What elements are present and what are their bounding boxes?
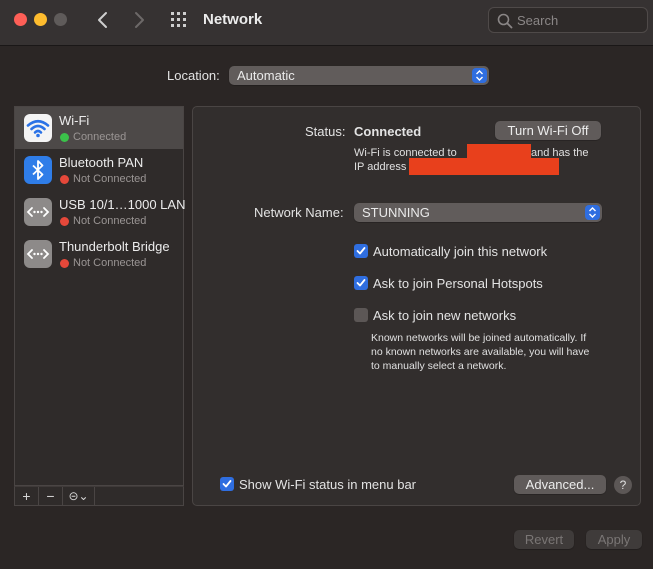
bluetooth-icon (24, 156, 52, 184)
chevron-right-icon (135, 12, 144, 28)
checkmark-icon (222, 480, 232, 488)
join-new-networks-label[interactable]: Ask to join new networks (373, 308, 516, 323)
updown-arrows-icon (585, 205, 600, 220)
checkmark-icon (356, 279, 366, 287)
network-name-value: STUNNING (362, 205, 430, 220)
hint-line-2: no known networks are available, you wil… (371, 346, 590, 358)
status-dot (60, 133, 69, 142)
personal-hotspots-checkbox[interactable] (354, 276, 368, 290)
status-dot (60, 175, 69, 184)
updown-arrows-icon (472, 68, 487, 83)
service-status: Not Connected (73, 257, 147, 269)
service-status: Not Connected (73, 215, 147, 227)
status-dot (60, 259, 69, 268)
service-name: Wi-Fi (59, 113, 90, 128)
info-text-ip-address: IP address (354, 161, 407, 173)
location-value: Automatic (237, 68, 295, 83)
search-field[interactable] (488, 7, 648, 33)
service-item-wifi[interactable]: Wi-Fi Connected (15, 107, 183, 149)
zoom-window-button[interactable] (54, 13, 67, 26)
network-name-label: Network Name: (254, 205, 344, 220)
service-list-toolbar: + − ⊝⌄ (14, 486, 184, 506)
show-all-preferences-button[interactable] (169, 11, 189, 29)
status-value: Connected (354, 124, 422, 139)
forward-button[interactable] (128, 8, 150, 32)
redacted-ip-address (409, 158, 559, 175)
auto-join-checkbox[interactable] (354, 244, 368, 258)
join-new-networks-checkbox[interactable] (354, 308, 368, 322)
network-name-popup[interactable]: STUNNING (354, 203, 602, 222)
add-service-button[interactable]: + (15, 487, 39, 505)
service-item-bluetooth-pan[interactable]: Bluetooth PAN Not Connected (15, 149, 183, 191)
service-name: Thunderbolt Bridge (59, 239, 170, 254)
show-wifi-status-label[interactable]: Show Wi-Fi status in menu bar (239, 477, 416, 492)
back-button[interactable] (92, 8, 114, 32)
service-item-usb-lan[interactable]: USB 10/1…1000 LAN Not Connected (15, 191, 186, 233)
ethernet-icon (24, 198, 52, 226)
revert-button[interactable]: Revert (514, 530, 574, 549)
status-dot (60, 217, 69, 226)
window-title: Network (203, 11, 263, 28)
grid-icon (171, 12, 186, 27)
service-name: Bluetooth PAN (59, 155, 144, 170)
show-wifi-status-checkbox[interactable] (220, 477, 234, 491)
detail-panel: Status: Connected Turn Wi-Fi Off Wi-Fi i… (192, 106, 641, 506)
advanced-button[interactable]: Advanced... (514, 475, 606, 494)
status-label: Status: (305, 124, 346, 139)
help-button[interactable]: ? (614, 476, 632, 494)
remove-service-button[interactable]: − (39, 487, 63, 505)
apply-button[interactable]: Apply (586, 530, 642, 549)
service-name: USB 10/1…1000 LAN (59, 197, 186, 212)
chevron-left-icon (98, 12, 107, 28)
wifi-icon (24, 114, 52, 142)
location-label: Location: (167, 68, 220, 83)
service-item-thunderbolt-bridge[interactable]: Thunderbolt Bridge Not Connected (15, 233, 183, 275)
personal-hotspots-label[interactable]: Ask to join Personal Hotspots (373, 276, 543, 291)
service-status: Connected (73, 131, 127, 143)
ethernet-icon (24, 240, 52, 268)
turn-wifi-off-button[interactable]: Turn Wi-Fi Off (495, 121, 601, 140)
location-popup[interactable]: Automatic (229, 66, 489, 85)
close-window-button[interactable] (14, 13, 27, 26)
title-bar: Network (0, 0, 653, 46)
minimize-window-button[interactable] (34, 13, 47, 26)
hint-line-1: Known networks will be joined automatica… (371, 332, 587, 344)
service-list: Wi-Fi Connected Bluetooth PAN Not Connec… (14, 106, 186, 486)
checkmark-icon (356, 247, 366, 255)
auto-join-label[interactable]: Automatically join this network (373, 244, 547, 259)
search-input[interactable] (517, 11, 643, 29)
action-menu-button[interactable]: ⊝⌄ (63, 487, 95, 505)
search-icon (497, 13, 513, 29)
service-status: Not Connected (73, 173, 147, 185)
hint-line-3: to manually select a network. (371, 360, 507, 372)
